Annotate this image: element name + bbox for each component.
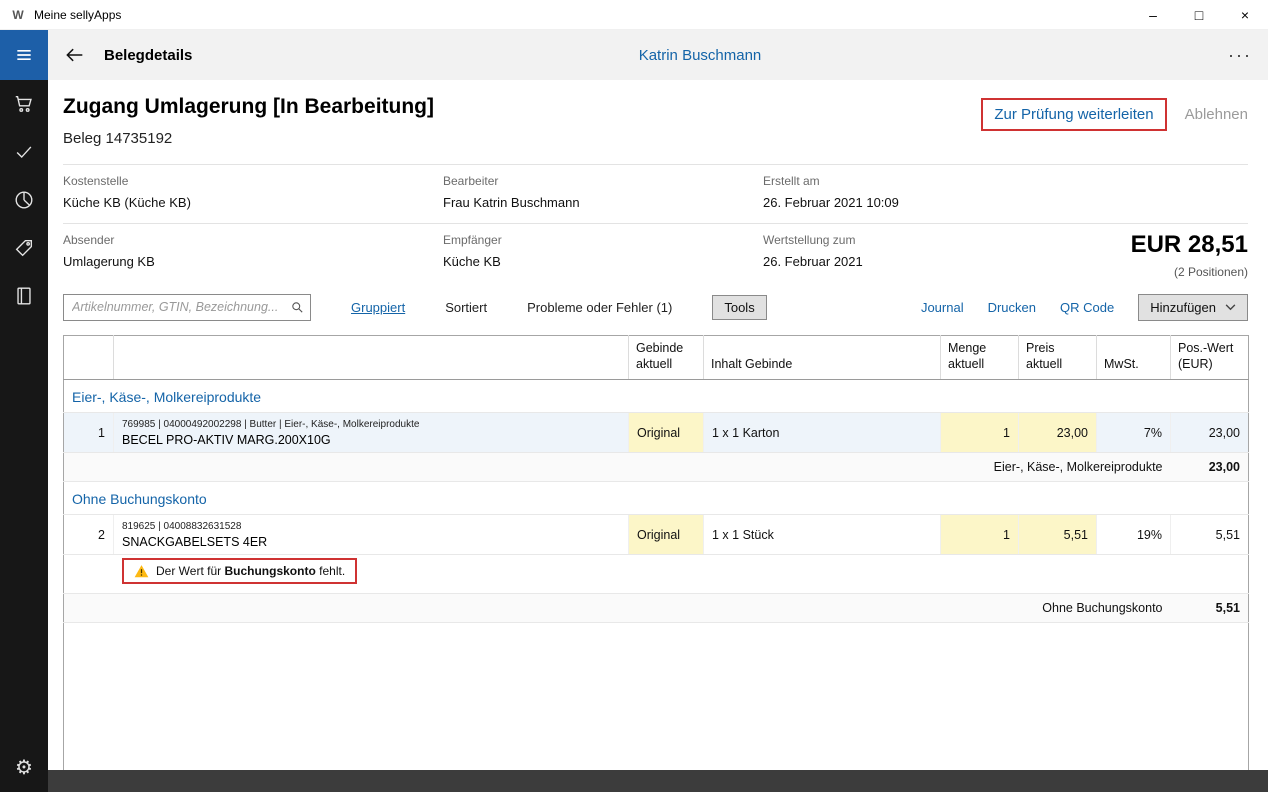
- forward-for-review-button[interactable]: Zur Prüfung weiterleiten: [981, 98, 1166, 131]
- mwst-cell: 19%: [1097, 515, 1171, 555]
- col-inhalt-gebinde: Inhalt Gebinde: [704, 336, 941, 380]
- gebinde-cell[interactable]: Original: [629, 515, 704, 555]
- article-meta: 819625 | 04008832631528: [122, 521, 620, 532]
- info-row-1: Kostenstelle Küche KB (Küche KB) Bearbei…: [63, 164, 1248, 223]
- pos-wert-cell: 5,51: [1171, 515, 1249, 555]
- minimize-button[interactable]: –: [1130, 0, 1176, 30]
- col-pos-wert: Pos.-Wert (EUR): [1171, 336, 1249, 380]
- close-button[interactable]: ×: [1222, 0, 1268, 30]
- row-warning: Der Wert für Buchungskonto fehlt.: [64, 555, 1249, 594]
- document-detail-pane: Zugang Umlagerung [In Bearbeitung] Beleg…: [48, 80, 1268, 770]
- pie-chart-icon: [13, 189, 35, 211]
- warning-message: Der Wert für Buchungskonto fehlt.: [122, 558, 357, 584]
- book-icon: [13, 285, 35, 307]
- field-bearbeiter: Bearbeiter Frau Katrin Buschmann: [443, 174, 763, 210]
- inhalt-cell: 1 x 1 Karton: [704, 413, 941, 453]
- maximize-button[interactable]: □: [1176, 0, 1222, 30]
- reject-button[interactable]: Ablehnen: [1185, 106, 1248, 123]
- more-button[interactable]: ···: [1228, 50, 1252, 60]
- positions-toolbar: Gruppiert Sortiert Probleme oder Fehler …: [63, 293, 1248, 321]
- sorted-toggle[interactable]: Sortiert: [445, 300, 487, 315]
- warning-icon: [134, 564, 149, 578]
- sidebar-item-approvals[interactable]: [0, 128, 48, 176]
- article-cell: 819625 | 04008832631528 SNACKGABELSETS 4…: [114, 515, 629, 555]
- menge-cell[interactable]: 1: [941, 413, 1019, 453]
- window-title: Meine sellyApps: [34, 8, 121, 22]
- info-row-2: Absender Umlagerung KB Empfänger Küche K…: [63, 223, 1248, 282]
- mwst-cell: 7%: [1097, 413, 1171, 453]
- positions-table: Gebinde aktuell Inhalt Gebinde Menge akt…: [63, 335, 1249, 773]
- document-number: Beleg 14735192: [63, 129, 1248, 149]
- article-cell: 769985 | 04000492002298 | Butter | Eier-…: [114, 413, 629, 453]
- document-header: Zugang Umlagerung [In Bearbeitung] Beleg…: [63, 94, 1248, 149]
- col-menge-aktuell: Menge aktuell: [941, 336, 1019, 380]
- total-amount: EUR 28,51: [1131, 231, 1248, 259]
- cart-icon: [13, 93, 35, 115]
- table-row[interactable]: 2 819625 | 04008832631528 SNACKGABELSETS…: [64, 515, 1249, 555]
- col-mwst: MwSt.: [1097, 336, 1171, 380]
- table-header-row: Gebinde aktuell Inhalt Gebinde Menge akt…: [64, 336, 1249, 380]
- field-absender: Absender Umlagerung KB: [63, 233, 443, 269]
- article-name: BECEL PRO-AKTIV MARG.200X10G: [122, 433, 620, 447]
- back-button[interactable]: [54, 30, 94, 80]
- sidebar-item-journal[interactable]: [0, 272, 48, 320]
- preis-cell[interactable]: 23,00: [1019, 413, 1097, 453]
- back-arrow-icon: [64, 45, 84, 65]
- check-icon: [13, 141, 35, 163]
- group-subtotal-molkereiprodukte: Eier-, Käse-, Molkereiprodukte 23,00: [64, 453, 1249, 482]
- col-row-number: [64, 336, 114, 380]
- print-link[interactable]: Drucken: [988, 300, 1036, 315]
- col-gebinde-aktuell: Gebinde aktuell: [629, 336, 704, 380]
- menu-button[interactable]: [0, 30, 48, 80]
- inhalt-cell: 1 x 1 Stück: [704, 515, 941, 555]
- search-box: [63, 294, 311, 321]
- field-empfaenger: Empfänger Küche KB: [443, 233, 763, 269]
- window-controls: – □ ×: [1130, 0, 1268, 30]
- document-total: EUR 28,51 (2 Positionen): [1131, 231, 1248, 279]
- tag-icon: [13, 237, 35, 259]
- sidebar-item-reports[interactable]: [0, 176, 48, 224]
- add-button[interactable]: Hinzufügen: [1138, 294, 1248, 321]
- group-subtotal-ohne-buchungskonto: Ohne Buchungskonto 5,51: [64, 594, 1249, 623]
- article-name: SNACKGABELSETS 4ER: [122, 535, 620, 549]
- problems-filter[interactable]: Probleme oder Fehler (1): [527, 300, 672, 315]
- table-empty-space: [64, 623, 1249, 773]
- table-row[interactable]: 1 769985 | 04000492002298 | Butter | Eie…: [64, 413, 1249, 453]
- page-title: Belegdetails: [104, 47, 192, 64]
- col-preis-aktuell: Preis aktuell: [1019, 336, 1097, 380]
- hamburger-icon: [14, 45, 34, 65]
- app-header-bar: Belegdetails Katrin Buschmann ···: [0, 30, 1268, 80]
- user-name-link[interactable]: Katrin Buschmann: [639, 47, 762, 64]
- search-input[interactable]: [63, 294, 311, 321]
- sidebar-nav: ⚙: [0, 80, 48, 792]
- chevron-down-icon: [1225, 304, 1236, 311]
- document-actions: Zur Prüfung weiterleiten Ablehnen: [981, 98, 1248, 131]
- row-number: 2: [64, 515, 114, 555]
- menge-cell[interactable]: 1: [941, 515, 1019, 555]
- search-icon: [290, 300, 305, 315]
- group-header-ohne-buchungskonto: Ohne Buchungskonto: [64, 482, 1249, 515]
- gear-icon: ⚙: [15, 758, 33, 778]
- positions-count: (2 Positionen): [1131, 265, 1248, 279]
- article-meta: 769985 | 04000492002298 | Butter | Eier-…: [122, 419, 620, 430]
- col-article: [114, 336, 629, 380]
- pos-wert-cell: 23,00: [1171, 413, 1249, 453]
- toolbar-right: Journal Drucken QR Code Hinzufügen: [921, 294, 1248, 321]
- sidebar-item-settings[interactable]: ⚙: [0, 744, 48, 792]
- window-titlebar: W Meine sellyApps – □ ×: [0, 0, 1268, 30]
- app-logo-icon: W: [10, 7, 26, 23]
- row-number: 1: [64, 413, 114, 453]
- field-kostenstelle: Kostenstelle Küche KB (Küche KB): [63, 174, 443, 210]
- bottom-bar: [48, 770, 1268, 792]
- grouped-toggle[interactable]: Gruppiert: [351, 300, 405, 315]
- qr-code-link[interactable]: QR Code: [1060, 300, 1114, 315]
- gebinde-cell[interactable]: Original: [629, 413, 704, 453]
- tools-button[interactable]: Tools: [712, 295, 766, 320]
- sidebar-item-prices[interactable]: [0, 224, 48, 272]
- group-header-molkereiprodukte: Eier-, Käse-, Molkereiprodukte: [64, 380, 1249, 413]
- journal-link[interactable]: Journal: [921, 300, 964, 315]
- field-erstellt-am: Erstellt am 26. Februar 2021 10:09: [763, 174, 1248, 210]
- preis-cell[interactable]: 5,51: [1019, 515, 1097, 555]
- sidebar-item-cart[interactable]: [0, 80, 48, 128]
